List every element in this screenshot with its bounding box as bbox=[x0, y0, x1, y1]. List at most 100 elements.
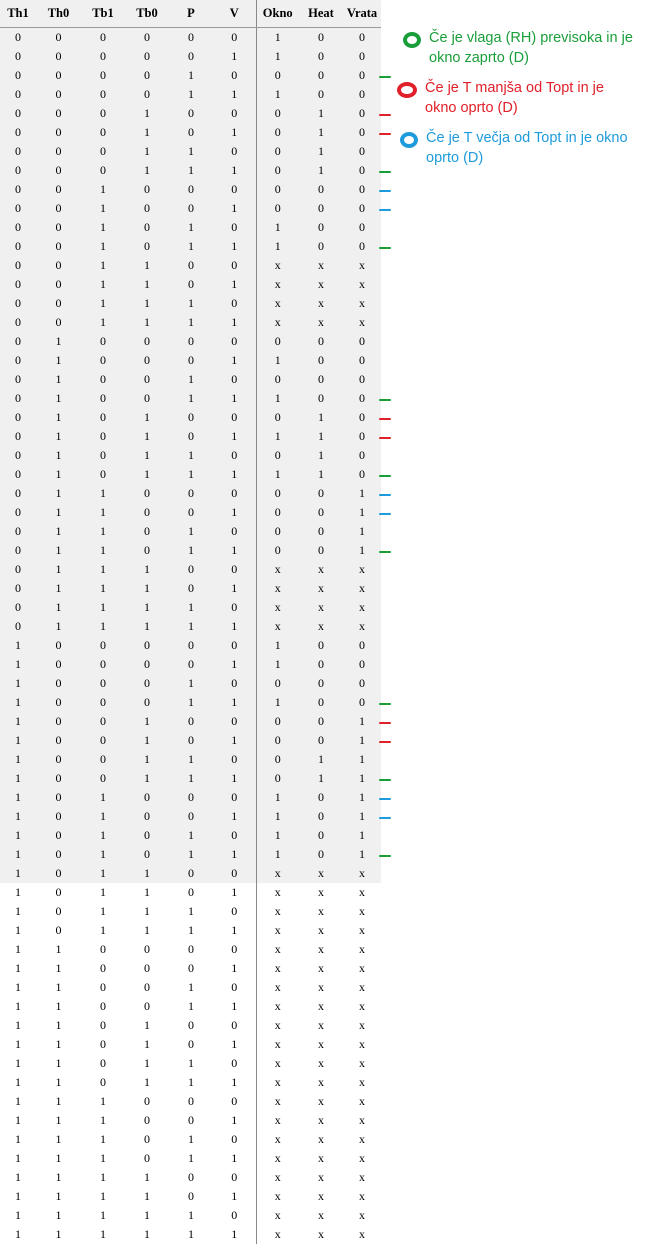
table-cell: 1 bbox=[125, 1206, 169, 1225]
table-row: 011010001 bbox=[0, 522, 381, 541]
row-mark-green bbox=[379, 855, 391, 857]
table-cell: 0 bbox=[299, 47, 343, 66]
table-row: 000001100 bbox=[0, 47, 381, 66]
table-cell: 0 bbox=[169, 883, 213, 902]
table-cell: 0 bbox=[0, 161, 36, 180]
table-cell: x bbox=[343, 560, 381, 579]
table-cell: 0 bbox=[299, 826, 343, 845]
table-cell: 1 bbox=[125, 1073, 169, 1092]
table-cell: 0 bbox=[0, 370, 36, 389]
table-cell: 1 bbox=[36, 1206, 81, 1225]
table-cell: 0 bbox=[213, 940, 256, 959]
table-cell: 1 bbox=[81, 1149, 125, 1168]
table-cell: 0 bbox=[213, 636, 256, 655]
table-cell: 0 bbox=[213, 256, 256, 275]
table-cell: 0 bbox=[81, 1054, 125, 1073]
table-cell: 1 bbox=[81, 1130, 125, 1149]
table-cell: 0 bbox=[0, 66, 36, 85]
table-cell: 1 bbox=[36, 427, 81, 446]
table-cell: 0 bbox=[0, 560, 36, 579]
table-cell: x bbox=[343, 1111, 381, 1130]
table-cell: 0 bbox=[299, 807, 343, 826]
table-cell: 0 bbox=[125, 522, 169, 541]
table-cell: 0 bbox=[81, 693, 125, 712]
table-cell: 1 bbox=[36, 465, 81, 484]
table-cell: 0 bbox=[169, 199, 213, 218]
table-row: 101010101 bbox=[0, 826, 381, 845]
table-cell: 0 bbox=[343, 142, 381, 161]
table-cell: 1 bbox=[169, 997, 213, 1016]
table-row: 100001100 bbox=[0, 655, 381, 674]
table-cell: 0 bbox=[36, 294, 81, 313]
table-cell: 0 bbox=[256, 142, 299, 161]
table-cell: 1 bbox=[81, 617, 125, 636]
table-row: 110100xxx bbox=[0, 1016, 381, 1035]
table-row: 100011100 bbox=[0, 693, 381, 712]
table-cell: 1 bbox=[169, 1149, 213, 1168]
table-cell: 1 bbox=[125, 123, 169, 142]
table-cell: x bbox=[256, 579, 299, 598]
table-cell: x bbox=[299, 598, 343, 617]
table-cell: 0 bbox=[0, 218, 36, 237]
table-cell: 1 bbox=[0, 902, 36, 921]
table-row: 011111xxx bbox=[0, 617, 381, 636]
table-cell: 0 bbox=[169, 427, 213, 446]
table-cell: 1 bbox=[256, 427, 299, 446]
table-cell: 1 bbox=[0, 1149, 36, 1168]
table-cell: 0 bbox=[125, 85, 169, 104]
table-cell: 0 bbox=[343, 465, 381, 484]
table-row: 010010000 bbox=[0, 370, 381, 389]
table-cell: 0 bbox=[81, 85, 125, 104]
table-cell: 0 bbox=[299, 85, 343, 104]
table-cell: x bbox=[343, 1168, 381, 1187]
column-header-p: P bbox=[169, 0, 213, 28]
table-cell: 0 bbox=[81, 1035, 125, 1054]
table-cell: 1 bbox=[169, 1130, 213, 1149]
table-cell: 0 bbox=[125, 674, 169, 693]
table-cell: 0 bbox=[256, 484, 299, 503]
table-cell: 1 bbox=[299, 142, 343, 161]
table-cell: 1 bbox=[0, 674, 36, 693]
table-cell: x bbox=[343, 256, 381, 275]
table-row: 000110010 bbox=[0, 142, 381, 161]
table-cell: 0 bbox=[81, 750, 125, 769]
table-cell: 1 bbox=[213, 47, 256, 66]
table-cell: 1 bbox=[169, 313, 213, 332]
table-cell: x bbox=[299, 560, 343, 579]
table-cell: 0 bbox=[213, 978, 256, 997]
table-cell: 0 bbox=[36, 180, 81, 199]
table-cell: x bbox=[299, 940, 343, 959]
table-cell: 1 bbox=[0, 1187, 36, 1206]
table-cell: 1 bbox=[343, 731, 381, 750]
table-cell: 0 bbox=[299, 218, 343, 237]
table-cell: 1 bbox=[256, 807, 299, 826]
table-cell: 0 bbox=[169, 332, 213, 351]
table-cell: x bbox=[299, 579, 343, 598]
table-row: 101000101 bbox=[0, 788, 381, 807]
table-cell: x bbox=[256, 978, 299, 997]
table-cell: 0 bbox=[125, 978, 169, 997]
table-cell: 0 bbox=[36, 921, 81, 940]
table-cell: 1 bbox=[81, 484, 125, 503]
table-cell: 0 bbox=[36, 123, 81, 142]
table-cell: 1 bbox=[256, 47, 299, 66]
table-cell: 1 bbox=[169, 674, 213, 693]
table-cell: 1 bbox=[125, 712, 169, 731]
table-cell: 0 bbox=[81, 370, 125, 389]
table-cell: 1 bbox=[36, 1168, 81, 1187]
table-cell: 0 bbox=[125, 826, 169, 845]
table-cell: 1 bbox=[169, 598, 213, 617]
table-cell: 1 bbox=[343, 845, 381, 864]
table-cell: 1 bbox=[213, 351, 256, 370]
table-cell: 0 bbox=[169, 180, 213, 199]
table-cell: 0 bbox=[36, 883, 81, 902]
table-cell: 0 bbox=[256, 674, 299, 693]
table-cell: 0 bbox=[125, 1130, 169, 1149]
table-cell: 1 bbox=[0, 1035, 36, 1054]
table-row: 010000000 bbox=[0, 332, 381, 351]
table-cell: 1 bbox=[125, 921, 169, 940]
table-cell: 0 bbox=[299, 484, 343, 503]
table-cell: 1 bbox=[81, 275, 125, 294]
table-cell: 1 bbox=[169, 921, 213, 940]
table-cell: 1 bbox=[213, 161, 256, 180]
